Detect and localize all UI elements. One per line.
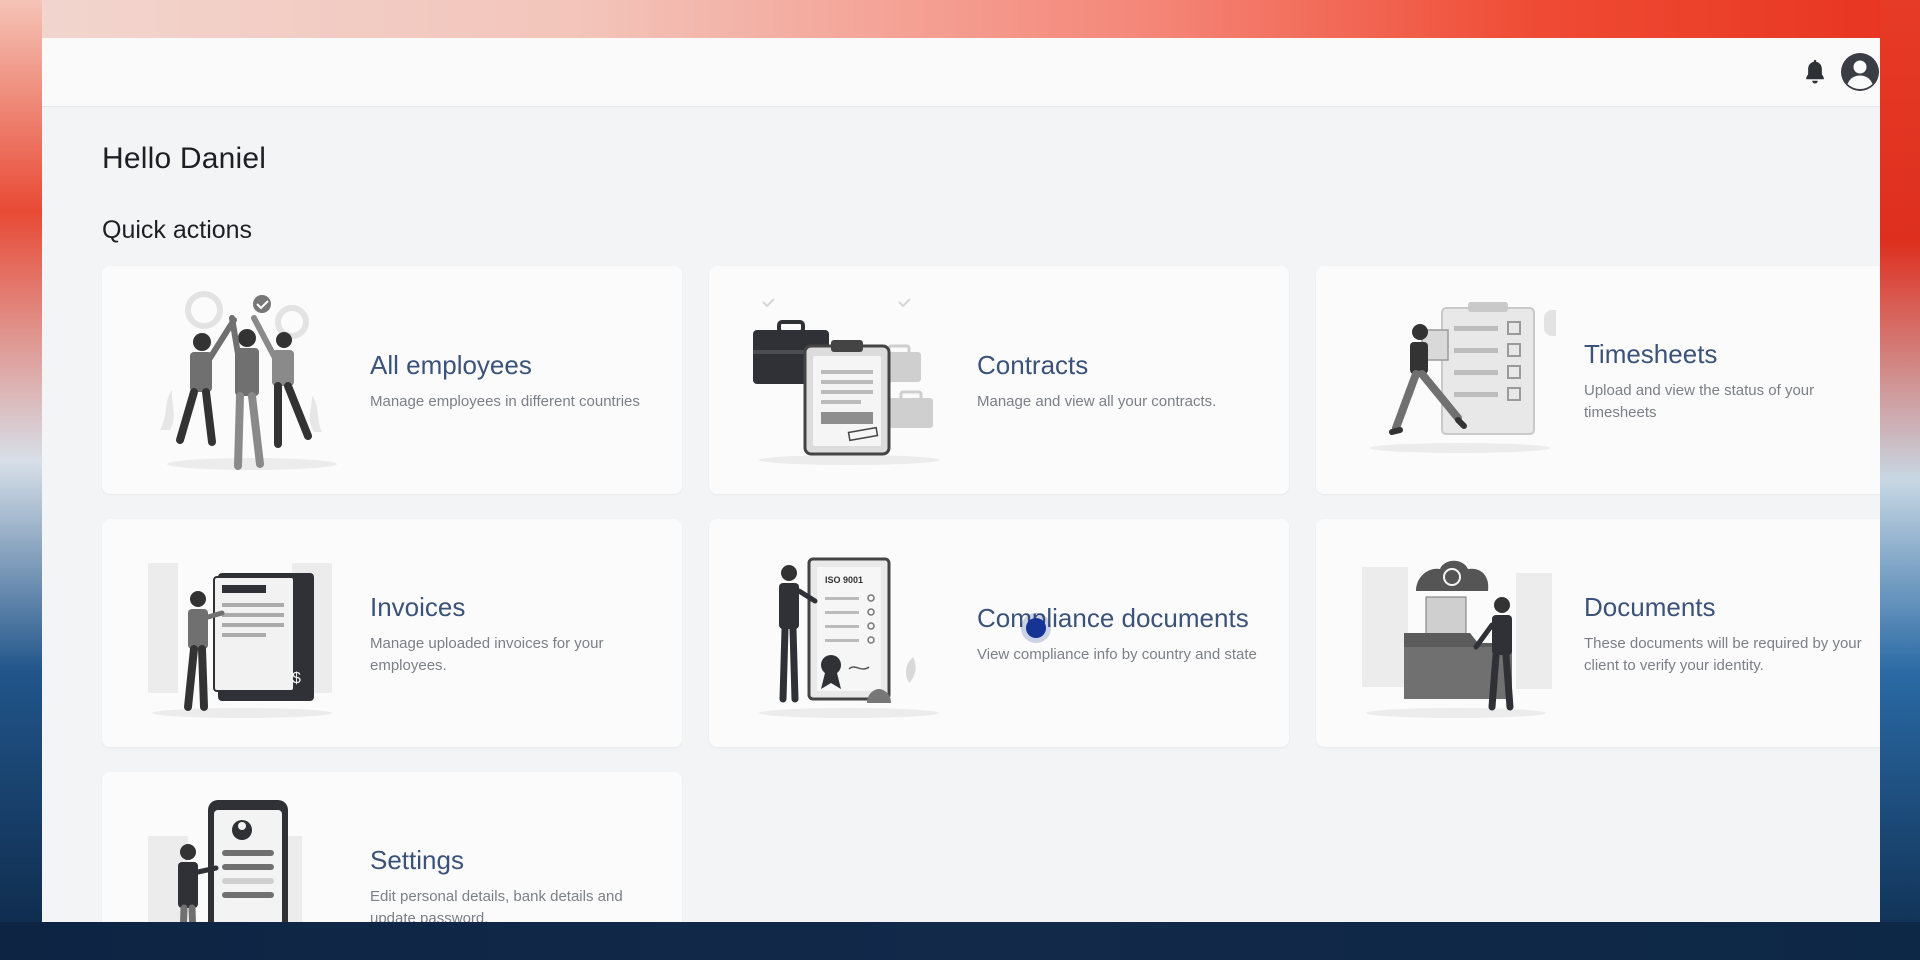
card-timesheets[interactable]: Timesheets Upload and view the status of… <box>1316 266 1880 494</box>
certificate-illustration: ISO 9001 <box>759 557 939 718</box>
card-text: Invoices Manage uploaded invoices for yo… <box>370 519 660 747</box>
backdrop-left <box>0 0 42 960</box>
timesheet-checklist-illustration <box>1370 302 1556 453</box>
card-description: Manage and view all your contracts. <box>977 392 1217 410</box>
phone-profile-illustration <box>148 800 302 922</box>
quick-actions-heading: Quick actions <box>102 216 253 244</box>
card-text: Compliance documents View compliance inf… <box>977 519 1267 747</box>
invoice-document-illustration: $ <box>148 563 332 718</box>
card-description: Manage employees in different countries <box>370 392 640 410</box>
card-documents[interactable]: Documents These documents will be requir… <box>1316 519 1880 747</box>
mouse-cursor-center <box>1026 618 1046 638</box>
card-title[interactable]: All employees <box>370 348 660 383</box>
card-title[interactable]: Settings <box>370 843 660 878</box>
mouse-cursor <box>1021 613 1051 643</box>
card-invoices[interactable]: $ Invoices Manage uploaded invoices for … <box>102 519 682 747</box>
svg-text:$: $ <box>292 670 301 687</box>
card-description: View compliance info by country and stat… <box>977 645 1257 663</box>
card-compliance-documents[interactable]: ISO 9001 Compliance documents View compl… <box>709 519 1289 747</box>
card-title[interactable]: Contracts <box>977 348 1267 383</box>
card-text: All employees Manage employees in differ… <box>370 266 660 494</box>
bell-icon[interactable] <box>1800 58 1830 88</box>
card-all-employees[interactable]: All employees Manage employees in differ… <box>102 266 682 494</box>
certificate-badge-text: ISO 9001 <box>825 575 863 585</box>
top-bar <box>42 38 1880 107</box>
card-settings[interactable]: Settings Edit personal details, bank det… <box>102 772 682 922</box>
card-description: Edit personal details, bank details and … <box>370 887 623 923</box>
backdrop-bottom <box>0 922 1920 960</box>
card-description: Manage uploaded invoices for your employ… <box>370 634 604 674</box>
user-avatar-icon[interactable] <box>1840 52 1880 92</box>
card-text: Timesheets Upload and view the status of… <box>1584 266 1874 494</box>
backdrop-right <box>1880 0 1920 960</box>
cloud-folder-illustration <box>1362 560 1552 718</box>
card-text: Settings Edit personal details, bank det… <box>370 772 660 923</box>
card-title[interactable]: Invoices <box>370 590 660 625</box>
card-title[interactable]: Timesheets <box>1584 337 1874 372</box>
app-window: Hello Daniel Quick actions All employees… <box>42 38 1880 922</box>
card-text: Documents These documents will be requir… <box>1584 519 1874 747</box>
card-title[interactable]: Documents <box>1584 590 1874 625</box>
card-description: These documents will be required by your… <box>1584 634 1862 674</box>
greeting-heading: Hello Daniel <box>102 142 267 175</box>
contract-clipboard-illustration <box>753 298 939 465</box>
team-high-five-illustration <box>160 291 337 470</box>
card-text: Contracts Manage and view all your contr… <box>977 266 1267 494</box>
card-contracts[interactable]: Contracts Manage and view all your contr… <box>709 266 1289 494</box>
card-description: Upload and view the status of your times… <box>1584 381 1815 421</box>
